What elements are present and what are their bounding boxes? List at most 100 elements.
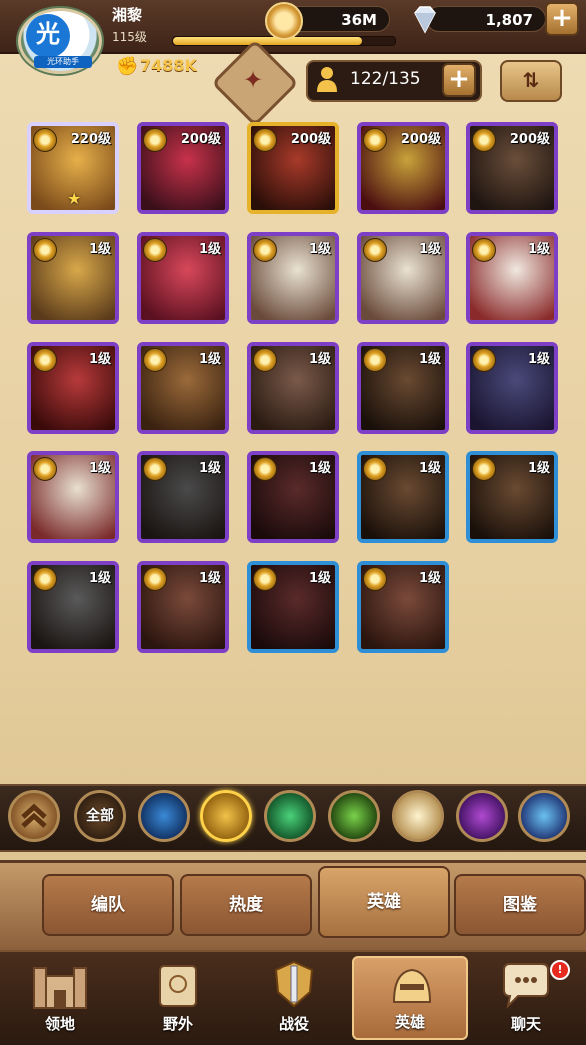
hero-level: 1级 xyxy=(418,571,441,586)
filter-label xyxy=(267,793,313,839)
player-name: 湘黎 xyxy=(112,6,143,24)
hero-card[interactable]: 1级 xyxy=(27,561,119,653)
hero-level: 1级 xyxy=(308,352,331,367)
hero-level: 1级 xyxy=(527,461,550,476)
nav-territory[interactable]: 领地 xyxy=(2,956,118,1040)
faction-emblem-icon xyxy=(472,348,496,372)
faction-emblem-icon xyxy=(33,128,57,152)
hero-level: 1级 xyxy=(198,461,221,476)
faction-emblem-icon xyxy=(253,238,277,262)
faction-emblem-icon xyxy=(363,128,387,152)
sort-button[interactable]: ⇅ xyxy=(500,60,562,102)
chat-bubble-icon xyxy=(503,963,549,1010)
hero-level: 1级 xyxy=(198,242,221,257)
faction-wilder-button[interactable] xyxy=(264,790,316,842)
roster-count: 122/135 xyxy=(350,69,421,89)
hero-card[interactable]: 1级 xyxy=(466,342,558,434)
hero-level: 1级 xyxy=(88,461,111,476)
hero-level: 200级 xyxy=(509,132,550,147)
expand-roster-button[interactable]: + xyxy=(442,63,476,97)
player-level: 115级 xyxy=(112,30,147,44)
hero-level: 1级 xyxy=(198,352,221,367)
emblem-icon: ✦ xyxy=(242,66,264,94)
hero-helmet-icon xyxy=(392,968,432,1003)
hero-card[interactable]: 1级 xyxy=(247,342,339,434)
faction-mauler-button[interactable] xyxy=(200,790,252,842)
tab-popularity[interactable]: 热度 xyxy=(180,874,312,936)
hero-card[interactable]: 1级 xyxy=(247,451,339,543)
nav-label: 领地 xyxy=(44,1015,75,1033)
faction-emblem-icon xyxy=(472,457,496,481)
watermark-logo: 光 xyxy=(26,14,70,58)
hero-card[interactable]: 1级 xyxy=(357,342,449,434)
filter-label xyxy=(395,793,441,839)
add-gems-button[interactable]: + xyxy=(545,2,579,36)
hero-card[interactable]: 1级 xyxy=(27,451,119,543)
filter-label: 全部 xyxy=(86,808,114,824)
hero-level: 1级 xyxy=(308,242,331,257)
hero-card[interactable]: 1级 xyxy=(27,342,119,434)
hero-level: 1级 xyxy=(308,461,331,476)
hero-card[interactable]: 200级 xyxy=(247,122,339,214)
hero-card[interactable]: 1级 xyxy=(137,232,229,324)
hero-level: 1级 xyxy=(88,571,111,586)
tab-formation[interactable]: 编队 xyxy=(42,874,174,936)
hero-card[interactable]: 200级 xyxy=(137,122,229,214)
chevron-up-icon xyxy=(21,803,47,828)
hero-card[interactable]: 200级 xyxy=(466,122,558,214)
gem-amount: 1,807 xyxy=(426,6,546,32)
tab-heroes[interactable]: 英雄 xyxy=(318,866,450,938)
hero-level: 1级 xyxy=(418,242,441,257)
filter-label xyxy=(141,793,187,839)
hero-level: 1级 xyxy=(418,461,441,476)
hero-level: 200级 xyxy=(290,132,331,147)
hero-card[interactable]: 1级 xyxy=(27,232,119,324)
all-filter-button[interactable]: 全部 xyxy=(74,790,126,842)
faction-emblem-icon xyxy=(472,238,496,262)
hero-card[interactable]: 220级 ★ xyxy=(27,122,119,214)
faction-emblem-icon xyxy=(253,128,277,152)
user-icon xyxy=(317,67,337,92)
collapse-filter-button[interactable] xyxy=(8,790,60,842)
nav-campaign[interactable]: 战役 xyxy=(236,956,352,1040)
faction-hypogean-button[interactable] xyxy=(456,790,508,842)
hero-card[interactable]: 1级 xyxy=(247,561,339,653)
hero-level: 200级 xyxy=(180,132,221,147)
hero-level: 1级 xyxy=(527,242,550,257)
hero-card[interactable]: 200级 xyxy=(357,122,449,214)
xp-bar-fill xyxy=(173,37,362,45)
faction-emblem-icon xyxy=(363,457,387,481)
faction-graveborn-button[interactable] xyxy=(328,790,380,842)
hero-card[interactable]: 1级 xyxy=(357,561,449,653)
hero-card[interactable]: 1级 xyxy=(357,451,449,543)
gold-coin-icon xyxy=(265,2,303,40)
faction-celestial-button[interactable] xyxy=(392,790,444,842)
faction-emblem-icon xyxy=(143,348,167,372)
filter-label xyxy=(521,793,567,839)
hero-level: 1级 xyxy=(88,352,111,367)
faction-emblem-icon xyxy=(143,128,167,152)
hero-level: 1级 xyxy=(418,352,441,367)
tab-collection[interactable]: 图鉴 xyxy=(454,874,586,936)
hero-card[interactable]: 1级 xyxy=(137,451,229,543)
hero-level: 200级 xyxy=(400,132,441,147)
nav-label: 聊天 xyxy=(510,1015,541,1033)
nav-wilderness[interactable]: 野外 xyxy=(120,956,236,1040)
hero-card[interactable]: 1级 xyxy=(137,561,229,653)
faction-emblem-icon xyxy=(33,238,57,262)
faction-emblem-icon xyxy=(253,567,277,591)
faction-dimensional-button[interactable] xyxy=(518,790,570,842)
hero-card[interactable]: 1级 xyxy=(247,232,339,324)
faction-emblem-icon xyxy=(472,128,496,152)
hero-card[interactable]: 1级 xyxy=(466,451,558,543)
faction-emblem-icon xyxy=(363,567,387,591)
hero-card[interactable]: 1级 xyxy=(466,232,558,324)
star-icon: ★ xyxy=(67,189,82,208)
hero-card[interactable]: 1级 xyxy=(137,342,229,434)
hero-card[interactable]: 1级 xyxy=(357,232,449,324)
faction-emblem-icon xyxy=(363,348,387,372)
nav-heroes[interactable]: 英雄 xyxy=(352,956,468,1040)
hero-level: 220级 xyxy=(70,132,111,147)
faction-emblem-icon xyxy=(143,457,167,481)
faction-lightbearer-button[interactable] xyxy=(138,790,190,842)
